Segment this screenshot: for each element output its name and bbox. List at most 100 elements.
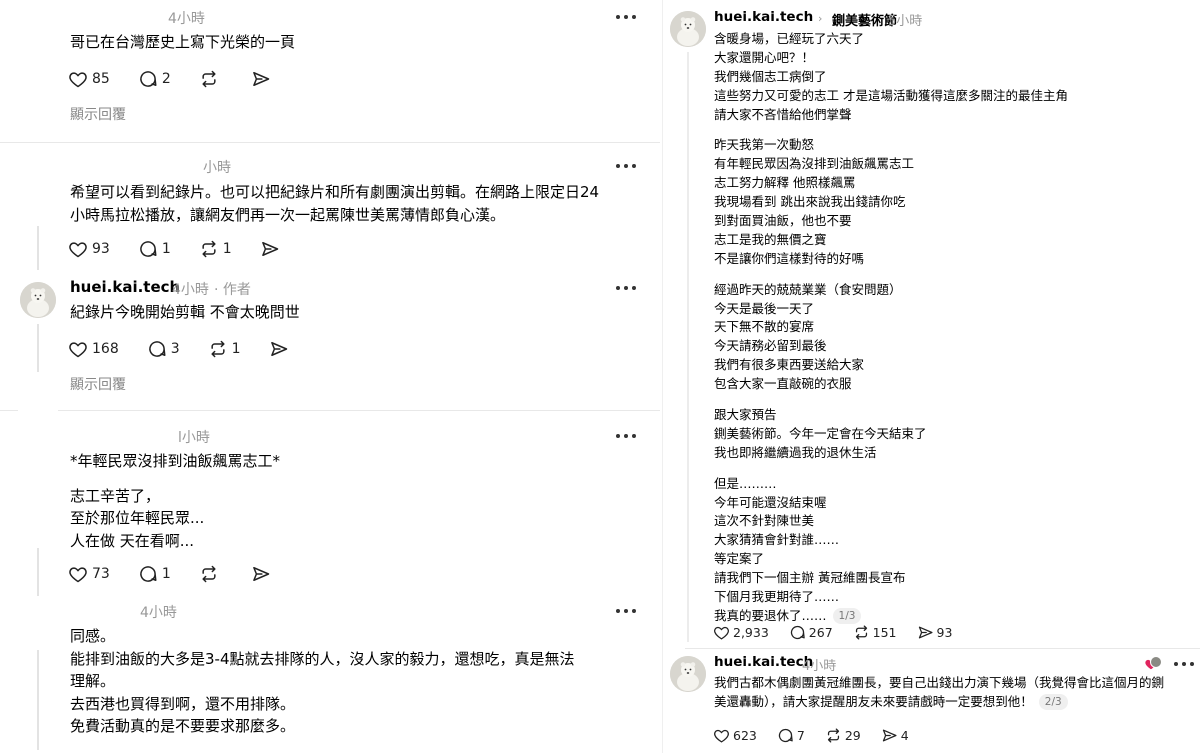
mini-avatar xyxy=(1150,656,1162,668)
comment-button[interactable]: 3 xyxy=(147,339,180,359)
comment-button[interactable]: 1 xyxy=(138,564,171,584)
post-line: 不是讓你們這樣對待的好嗎 xyxy=(714,250,865,266)
more-icon[interactable] xyxy=(616,284,636,292)
more-icon[interactable] xyxy=(1174,660,1194,668)
comment-line: 紀錄片今晚開始剪輯 不會太晚問世 xyxy=(70,303,300,321)
post-line: 我們有很多東西要送給大家 xyxy=(714,357,865,373)
post-time: 5小時 xyxy=(888,14,923,29)
repost-button[interactable] xyxy=(199,69,223,89)
thread-line xyxy=(37,324,39,372)
repost-count: 151 xyxy=(872,624,897,640)
more-icon[interactable] xyxy=(616,13,636,21)
post-line: 有年輕民眾因為沒排到油飯飆罵志工 xyxy=(714,156,915,172)
username[interactable]: huei.kai.tech xyxy=(70,278,180,296)
comment-time: 4小時 xyxy=(172,282,209,298)
show-replies-link[interactable]: 顯示回覆 xyxy=(70,374,126,394)
repost-icon xyxy=(827,727,839,743)
send-icon xyxy=(918,626,933,638)
post-line: 鍘美藝術節。今年一定會在今天結束了 xyxy=(714,425,927,441)
post-line: 今天是最後一天了 xyxy=(714,300,815,316)
avatar[interactable] xyxy=(20,282,56,318)
comment-line: 志工辛苦了， xyxy=(70,486,161,505)
share-button[interactable] xyxy=(269,339,289,359)
reply-text: 我們古都木偶劇團黃冠維團長，要自己出錢出力演下幾場（我覺得會比這個月的鍘 美還轟… xyxy=(714,674,1164,712)
show-replies-link[interactable]: 顯示回覆 xyxy=(70,104,126,124)
repost-icon xyxy=(202,70,216,88)
heart-icon xyxy=(714,729,729,743)
comment-text: *年輕民眾沒排到油飯飆罵志工* 志工辛苦了， 至於那位年輕民眾... 人在做 天… xyxy=(70,450,280,552)
like-button[interactable]: 623 xyxy=(713,727,757,744)
comment-count: 7 xyxy=(796,727,805,743)
repost-button[interactable]: 151 xyxy=(853,624,897,641)
thread-line xyxy=(37,650,39,750)
reply-actions: 623 7 29 4 xyxy=(713,724,929,746)
share-button[interactable]: 93 xyxy=(917,624,952,641)
comment-line: *年輕民眾沒排到油飯飆罵志工* xyxy=(70,452,281,470)
comment-text: 紀錄片今晚開始剪輯 不會太晚問世 xyxy=(70,301,300,324)
post-line: 這次不針對陳世美 xyxy=(714,513,815,529)
post-line: 志工是我的無價之寶 xyxy=(714,231,827,247)
repost-icon xyxy=(202,240,216,258)
repost-icon xyxy=(211,340,225,358)
heart-icon xyxy=(69,567,87,583)
post-line: 請大家不吝惜給他們掌聲 xyxy=(714,106,852,122)
comment-line: 人在做 天在看啊... xyxy=(70,531,195,550)
share-button[interactable]: 4 xyxy=(881,727,909,744)
more-icon[interactable] xyxy=(616,162,636,170)
heart-icon xyxy=(714,626,729,640)
share-button[interactable] xyxy=(251,69,271,89)
post-line: 等定案了 xyxy=(714,551,765,567)
repost-button[interactable] xyxy=(199,564,223,584)
comment-button[interactable]: 2 xyxy=(138,69,171,89)
username[interactable]: huei.kai.tech xyxy=(714,654,813,670)
share-button[interactable] xyxy=(260,239,280,259)
divider xyxy=(58,410,660,411)
username[interactable]: huei.kai.tech xyxy=(714,9,813,25)
comment-icon xyxy=(148,341,166,357)
send-icon xyxy=(252,567,269,581)
post-line: 大家猜猜會針對誰…… xyxy=(714,532,840,548)
share-button[interactable] xyxy=(251,564,271,584)
comment-button[interactable]: 7 xyxy=(777,727,805,744)
repost-button[interactable]: 29 xyxy=(825,727,861,744)
comment-count: 3 xyxy=(170,341,180,357)
polar-bear-icon xyxy=(670,656,706,692)
post-line: 包含大家一直敲碗的衣服 xyxy=(714,376,852,392)
more-icon[interactable] xyxy=(616,432,636,440)
post-line: 昨天我第一次動怒 xyxy=(714,137,815,153)
author-badge: · 作者 xyxy=(214,282,251,298)
post-line: 志工努力解釋 他照樣飆罵 xyxy=(714,175,856,191)
post-line: 到對面買油飯，他也不要 xyxy=(714,213,852,229)
like-button[interactable]: 93 xyxy=(68,239,110,259)
more-icon[interactable] xyxy=(616,607,636,615)
reply-line-text: 美還轟動），請大家提醒朋友未來要請戲時一定要想到他！ xyxy=(714,693,1033,709)
like-button[interactable]: 73 xyxy=(68,564,110,584)
comment-button[interactable]: 1 xyxy=(138,239,171,259)
comment-icon xyxy=(140,241,157,257)
like-button[interactable]: 2,933 xyxy=(713,624,769,641)
repost-button[interactable]: 1 xyxy=(208,339,241,359)
like-button[interactable]: 85 xyxy=(68,69,110,89)
comment-count: 1 xyxy=(161,241,171,257)
avatar[interactable] xyxy=(670,11,706,47)
repost-button[interactable]: 1 xyxy=(199,239,232,259)
post-line: 天下無不散的宴席 xyxy=(714,319,815,335)
like-count: 168 xyxy=(92,341,119,357)
comment-actions: 168 3 1 xyxy=(68,338,317,360)
like-count: 2,933 xyxy=(733,624,769,640)
comment-line: 同感。 xyxy=(70,627,116,645)
comment-line: 哥已在台灣歷史上寫下光榮的一頁 xyxy=(70,33,296,51)
like-button[interactable]: 168 xyxy=(68,339,119,359)
post-line: 我也即將繼續過我的退休生活 xyxy=(714,444,877,460)
like-count: 73 xyxy=(92,566,110,582)
like-count: 93 xyxy=(92,241,110,257)
comments-pane: 4小時 哥已在台灣歷史上寫下光榮的一頁 85 2 顯示回覆 小時 希望可以看到紀… xyxy=(0,0,660,753)
comment-text: 同感。 能排到油飯的大多是3-4點就去排隊的人，沒人家的毅力，還想吃，真是無法 … xyxy=(70,625,575,738)
post-line: 今天請務必留到最後 xyxy=(714,338,827,354)
comment-line: 免費活動真的是不要要求那麼多。 xyxy=(70,717,296,735)
post-actions: 2,933 267 151 93 xyxy=(713,621,972,643)
comment-button[interactable]: 267 xyxy=(789,624,833,641)
comment-actions: 85 2 xyxy=(68,68,299,90)
avatar[interactable] xyxy=(670,656,706,692)
post-line: 經過昨天的兢兢業業（食安問題） xyxy=(714,281,902,297)
